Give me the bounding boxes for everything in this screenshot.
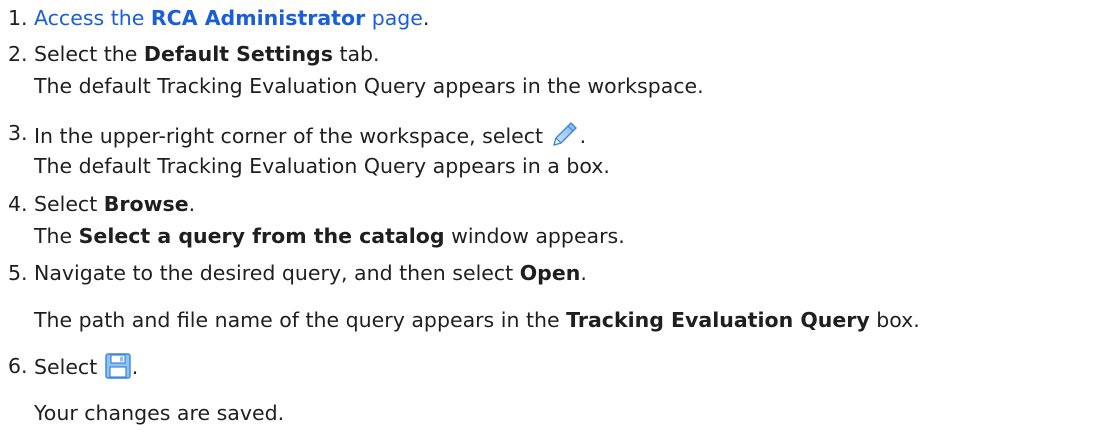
- step-prefix: In the upper-right corner of the workspa…: [34, 124, 550, 148]
- rca-administrator-link[interactable]: Access the RCA Administrator page: [34, 6, 423, 30]
- link-prefix: Access the: [34, 6, 151, 30]
- step-text: Select Browse.: [34, 190, 195, 218]
- save-icon: [104, 352, 132, 387]
- step-2-result: The default Tracking Evaluation Query ap…: [34, 74, 704, 98]
- step-number: 3.: [8, 121, 28, 145]
- pencil-icon: [550, 119, 580, 156]
- step-suffix: .: [579, 124, 587, 148]
- step-number: 2.: [8, 42, 28, 66]
- browse-label: Browse: [103, 192, 189, 216]
- procedure-steps: 1. Access the RCA Administrator page. 2.…: [0, 0, 1100, 436]
- step-suffix: .: [188, 192, 196, 216]
- result-prefix: The: [34, 224, 79, 248]
- step-text: Select .: [34, 352, 138, 387]
- step-3-result: The default Tracking Evaluation Query ap…: [34, 154, 610, 178]
- step-text: Navigate to the desired query, and then …: [34, 259, 587, 287]
- step-suffix: .: [580, 261, 587, 285]
- step-6-result: Your changes are saved.: [34, 401, 285, 425]
- default-settings-label: Default Settings: [143, 42, 333, 66]
- step-5-result: The path and file name of the query appe…: [34, 306, 920, 334]
- step-text: Access the RCA Administrator page.: [34, 4, 429, 32]
- select-query-window-label: Select a query from the catalog: [78, 224, 445, 248]
- result-suffix: box.: [869, 308, 920, 332]
- open-label: Open: [519, 261, 581, 285]
- step-4-result: The Select a query from the catalog wind…: [34, 222, 625, 250]
- step-text: Select the Default Settings tab.: [34, 40, 380, 68]
- step-suffix: .: [131, 355, 139, 379]
- link-bold: RCA Administrator: [150, 6, 366, 30]
- step-prefix: Navigate to the desired query, and then …: [34, 261, 520, 285]
- link-suffix: page: [365, 6, 423, 30]
- step-number: 1.: [8, 6, 28, 30]
- step-prefix: Select: [34, 192, 104, 216]
- step-tail: .: [422, 6, 430, 30]
- result-prefix: The path and file name of the query appe…: [34, 308, 567, 332]
- step-prefix: Select: [34, 355, 104, 379]
- step-number: 4.: [8, 192, 28, 216]
- step-number: 6.: [8, 354, 28, 378]
- tracking-evaluation-query-label: Tracking Evaluation Query: [566, 308, 870, 332]
- step-suffix: tab.: [332, 42, 380, 66]
- step-number: 5.: [8, 261, 28, 285]
- step-prefix: Select the: [34, 42, 144, 66]
- step-text: In the upper-right corner of the workspa…: [34, 119, 586, 156]
- result-suffix: window appears.: [444, 224, 625, 248]
